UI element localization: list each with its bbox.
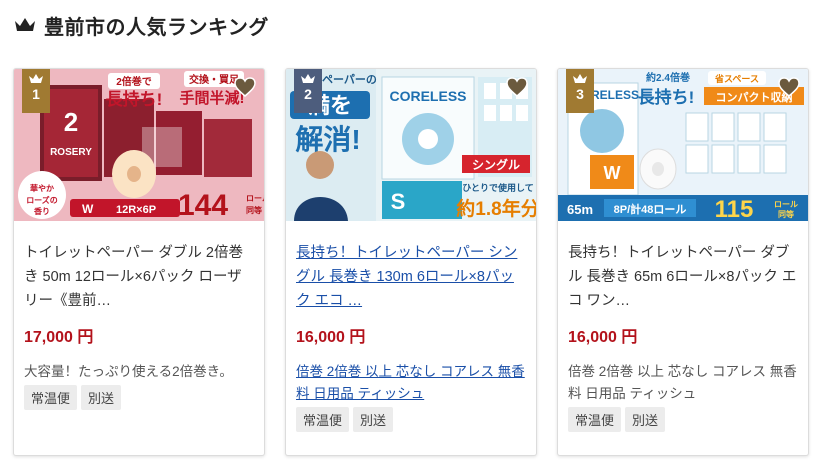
crown-icon [15, 18, 35, 31]
svg-text:長持ち!: 長持ち! [638, 87, 695, 107]
rank-badge-2: 2 [294, 69, 322, 113]
svg-text:S: S [391, 189, 406, 214]
svg-text:115: 115 [715, 196, 754, 221]
svg-text:約1.8年分: 約1.8年分 [456, 197, 536, 220]
crown-icon [301, 74, 315, 83]
product-card-1[interactable]: 2 ROSERY 2倍巻で 長持ち! 交換・買足 手間半減! 華やか ローズの … [13, 68, 265, 456]
svg-text:ひとりで使用して: ひとりで使用して [462, 182, 533, 193]
svg-text:省スペース: 省スペース [714, 73, 759, 84]
svg-text:約2.4倍巻: 約2.4倍巻 [646, 71, 691, 84]
product-keywords-link[interactable]: 倍巻 2倍巻 以上 芯なし コアレス 無香料 日用品 ティッシュ [296, 361, 526, 405]
tag-list: 常温便 別送 [296, 407, 526, 432]
rank-number: 1 [32, 86, 40, 102]
product-price: 17,000 円 [24, 329, 94, 346]
rank-badge-1: 1 [22, 69, 50, 113]
svg-text:8P/計48ロール: 8P/計48ロール [614, 202, 687, 216]
svg-text:144: 144 [178, 189, 228, 221]
tag-shipping: 常温便 [568, 407, 622, 432]
svg-text:シングル: シングル [472, 157, 520, 172]
tag-list: 常温便 別送 [568, 407, 798, 432]
svg-text:ROSERY: ROSERY [50, 147, 92, 158]
tag-separate: 別送 [81, 385, 122, 410]
product-name[interactable]: 長持ち！トイレットペーパー ダブル 長巻き 65m 6ロール×8パック エコ ワ… [568, 241, 798, 313]
product-image-1[interactable]: 2 ROSERY 2倍巻で 長持ち! 交換・買足 手間半減! 華やか ローズの … [14, 69, 264, 221]
product-name[interactable]: トイレットペーパー ダブル 2倍巻き 50m 12ロール×6パック ローザリー《… [24, 241, 254, 313]
svg-text:香り: 香り [33, 206, 50, 216]
svg-text:ロール: ロール [246, 194, 264, 203]
svg-text:交換・買足: 交換・買足 [189, 73, 240, 86]
svg-text:65m: 65m [567, 202, 593, 217]
svg-text:ローズの: ローズの [26, 195, 58, 205]
svg-text:同等: 同等 [778, 209, 794, 219]
svg-text:W: W [604, 163, 621, 183]
tag-separate: 別送 [625, 407, 666, 432]
crown-icon [29, 74, 43, 83]
svg-text:2: 2 [64, 107, 78, 137]
svg-text:2倍巻で: 2倍巻で [116, 75, 152, 88]
tag-list: 常温便 別送 [24, 385, 254, 410]
product-price: 16,000 円 [296, 329, 366, 346]
product-keywords: 倍巻 2倍巻 以上 芯なし コアレス 無香料 日用品 ティッシュ [568, 364, 797, 401]
svg-text:W: W [82, 202, 94, 216]
rank-badge-3: 3 [566, 69, 594, 113]
svg-text:12R×6P: 12R×6P [116, 204, 156, 216]
svg-text:長持ち!: 長持ち! [106, 89, 163, 109]
product-price: 16,000 円 [568, 329, 638, 346]
tag-separate: 別送 [353, 407, 394, 432]
product-name-link[interactable]: 長持ち！トイレットペーパー シングル 長巻き 130m 6ロール×8パック エコ… [296, 241, 526, 313]
favorite-heart-icon[interactable] [234, 77, 256, 97]
product-image-2[interactable]: ペーパーの 満を 解消! CORELESS シングル S ひとりで使用して 約1… [286, 69, 536, 221]
svg-text:CORELESS: CORELESS [389, 88, 466, 104]
svg-text:同等: 同等 [246, 205, 262, 215]
section-header: 豊前市の人気ランキング [14, 10, 269, 40]
tag-shipping: 常温便 [24, 385, 78, 410]
product-image-3[interactable]: 約2.4倍巻 長持ち! 省スペース コンパクト収納 CORELESS W 65m [558, 69, 808, 221]
favorite-heart-icon[interactable] [778, 77, 800, 97]
svg-text:ペーパーの: ペーパーの [322, 73, 377, 86]
svg-text:解消!: 解消! [295, 124, 360, 155]
rank-number: 3 [576, 86, 584, 102]
product-card-2[interactable]: ペーパーの 満を 解消! CORELESS シングル S ひとりで使用して 約1… [285, 68, 537, 456]
svg-text:華やか: 華やか [30, 183, 54, 193]
tag-shipping: 常温便 [296, 407, 350, 432]
favorite-heart-icon[interactable] [506, 77, 528, 97]
crown-icon [573, 74, 587, 83]
svg-text:ロール: ロール [774, 200, 798, 209]
product-card-3[interactable]: 約2.4倍巻 長持ち! 省スペース コンパクト収納 CORELESS W 65m [557, 68, 809, 456]
rank-number: 2 [304, 86, 312, 102]
section-title: 豊前市の人気ランキング [44, 14, 269, 39]
